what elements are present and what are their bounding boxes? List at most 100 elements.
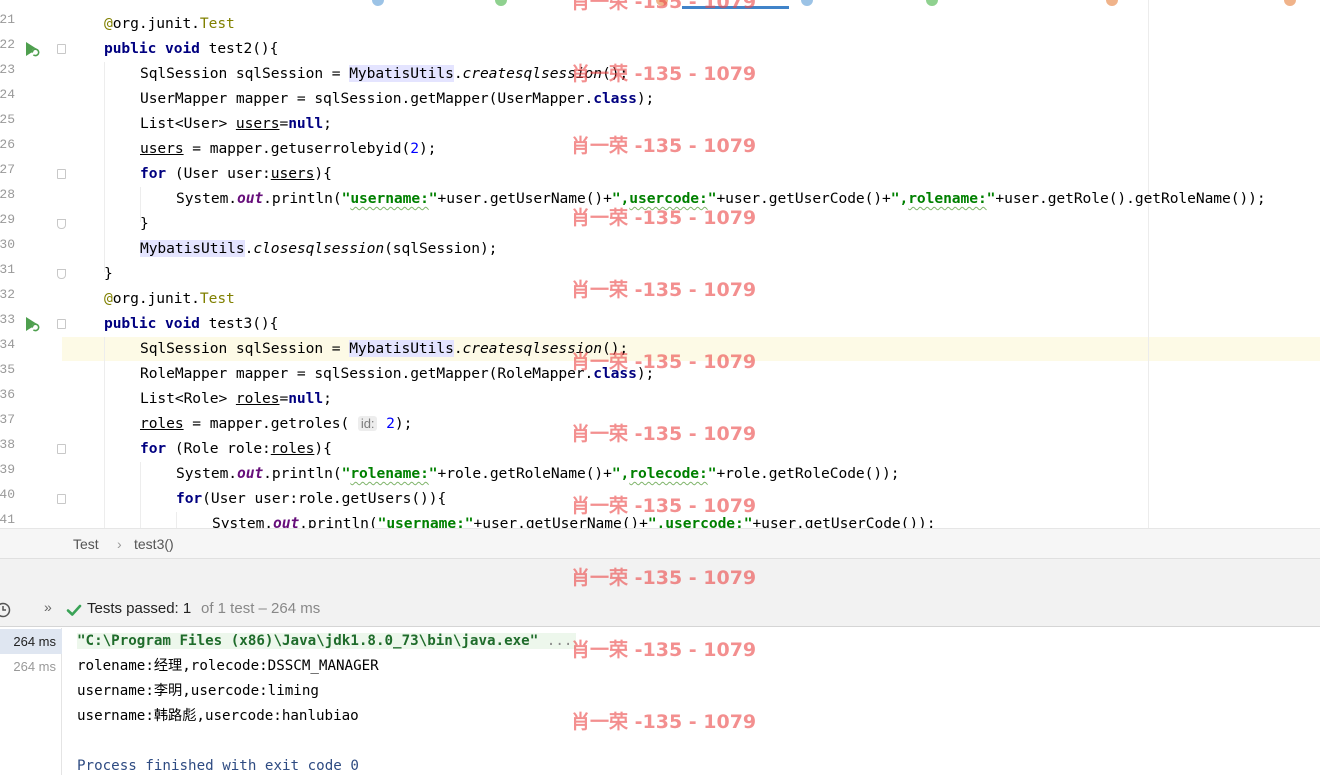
fold-marker-icon[interactable] (57, 444, 66, 454)
code-line[interactable]: MybatisUtils.closesqlsession(sqlSession)… (140, 236, 497, 261)
line-number: 21 (0, 12, 15, 27)
code-token: for (176, 490, 203, 507)
code-token: +role.getRoleName()+ (437, 465, 612, 482)
code-line[interactable]: System.out.println("username:"+user.getU… (176, 186, 1266, 211)
line-number: 37 (0, 412, 15, 427)
code-line[interactable]: @org.junit.Test (104, 11, 235, 36)
code-token: List<Role> (140, 390, 236, 407)
fold-end-icon[interactable] (57, 269, 66, 279)
code-token: test2(){ (199, 40, 279, 57)
code-editor[interactable]: 21 22 23 24 25 26 27 28 29 30 31 32 33 3… (0, 0, 1320, 528)
code-token: for (140, 440, 167, 457)
line-number: 32 (0, 287, 15, 302)
code-token: System. (212, 515, 274, 528)
code-line[interactable]: public void test3(){ (104, 311, 278, 336)
code-token: ); (636, 365, 655, 382)
code-token: ; (323, 390, 332, 407)
run-test-icon[interactable] (24, 41, 40, 57)
code-token: " (428, 465, 438, 482)
code-token: @ (104, 15, 113, 32)
line-number: 41 (0, 512, 15, 527)
code-line[interactable]: RoleMapper mapper = sqlSession.getMapper… (140, 361, 654, 386)
code-line[interactable]: for(User user:role.getUsers()){ (176, 486, 446, 511)
code-token: (Role role: (166, 440, 271, 457)
breadcrumb-method[interactable]: test3() (134, 536, 174, 552)
expand-chevron-icon[interactable]: » (44, 599, 52, 615)
file-tab-icon (926, 0, 938, 6)
code-token: . (453, 340, 463, 357)
editor-tab-strip[interactable] (0, 0, 1320, 10)
line-number: 25 (0, 112, 15, 127)
indent-guide (104, 62, 105, 272)
indent-guide (176, 512, 177, 528)
code-token: roles (235, 390, 280, 407)
line-number: 24 (0, 87, 15, 102)
code-token: org.junit. (112, 15, 200, 32)
line-number: 40 (0, 487, 15, 502)
fold-end-icon[interactable] (57, 219, 66, 229)
console-output[interactable]: "C:\Program Files (x86)\Java\jdk1.8.0_73… (62, 628, 1320, 775)
code-token: = (279, 390, 289, 407)
code-token: 2 (386, 415, 395, 432)
code-line[interactable]: public void test2(){ (104, 36, 278, 61)
code-token: " (464, 515, 474, 528)
test-results-tree[interactable]: 264 ms 264 ms (0, 628, 62, 775)
code-line[interactable]: SqlSession sqlSession = MybatisUtils.cre… (140, 336, 628, 361)
line-number: 29 (0, 212, 15, 227)
code-line[interactable]: SqlSession sqlSession = MybatisUtils.cre… (140, 61, 628, 86)
console-command: "C:\Program Files (x86)\Java\jdk1.8.0_73… (77, 633, 577, 649)
code-line[interactable]: System.out.println("rolename:"+role.getR… (176, 461, 900, 486)
code-line[interactable]: List<Role> roles=null; (140, 386, 332, 411)
code-token: test3(){ (199, 315, 279, 332)
parameter-hint: id: (357, 416, 378, 431)
indent-guide (140, 462, 141, 528)
console-command-dots[interactable]: ... (538, 633, 573, 649)
breadcrumb-class[interactable]: Test (73, 536, 99, 552)
code-token: ){ (314, 165, 332, 182)
check-icon (66, 604, 82, 616)
run-test-icon[interactable] (24, 316, 40, 332)
code-line[interactable]: } (140, 211, 149, 236)
code-token: for (140, 165, 167, 182)
fold-marker-icon[interactable] (57, 494, 66, 504)
code-line[interactable]: UserMapper mapper = sqlSession.getMapper… (140, 86, 654, 111)
code-token: = mapper.getuserrolebyid( (183, 140, 411, 157)
code-line[interactable]: for (User user:users){ (140, 161, 332, 186)
code-token: ; (323, 115, 332, 132)
code-token: System. (176, 190, 238, 207)
test-tree-row[interactable]: 264 ms (0, 629, 62, 654)
line-number: 39 (0, 462, 15, 477)
breadcrumb-separator: › (117, 536, 122, 552)
code-token: null (288, 390, 324, 407)
code-token: } (104, 265, 113, 282)
test-tree-row[interactable]: 264 ms (0, 654, 62, 679)
code-line[interactable]: users = mapper.getuserrolebyid(2); (140, 136, 436, 161)
code-token: +user.getUserCode()); (752, 515, 936, 528)
code-token: (); (602, 340, 629, 357)
code-token: } (140, 215, 149, 232)
file-tab-icon (1106, 0, 1118, 6)
code-line[interactable]: System.out.println("username:"+user.getU… (212, 511, 936, 528)
code-token: .println( (299, 515, 378, 528)
breadcrumb: Test › test3() (0, 528, 1320, 559)
code-line[interactable]: @org.junit.Test (104, 286, 235, 311)
code-token: createsqlsession (462, 65, 603, 82)
code-token: out (237, 190, 264, 207)
code-token: (User user:role.getUsers()){ (202, 490, 447, 507)
code-line[interactable]: } (104, 261, 113, 286)
history-clock-icon[interactable] (0, 602, 11, 618)
line-number: 27 (0, 162, 15, 177)
code-token: out (237, 465, 264, 482)
console-line: username:李明,usercode:liming (77, 683, 319, 699)
fold-marker-icon[interactable] (57, 44, 66, 54)
run-panel-header (0, 559, 1320, 592)
code-token: ); (636, 90, 655, 107)
code-token: users (235, 115, 280, 132)
code-token: out (273, 515, 300, 528)
code-line[interactable]: for (Role role:roles){ (140, 436, 332, 461)
code-line[interactable]: roles = mapper.getroles( id: 2); (140, 411, 412, 436)
console-line: username:韩路彪,usercode:hanlubiao (77, 708, 359, 724)
fold-marker-icon[interactable] (57, 169, 66, 179)
fold-marker-icon[interactable] (57, 319, 66, 329)
code-line[interactable]: List<User> users=null; (140, 111, 332, 136)
